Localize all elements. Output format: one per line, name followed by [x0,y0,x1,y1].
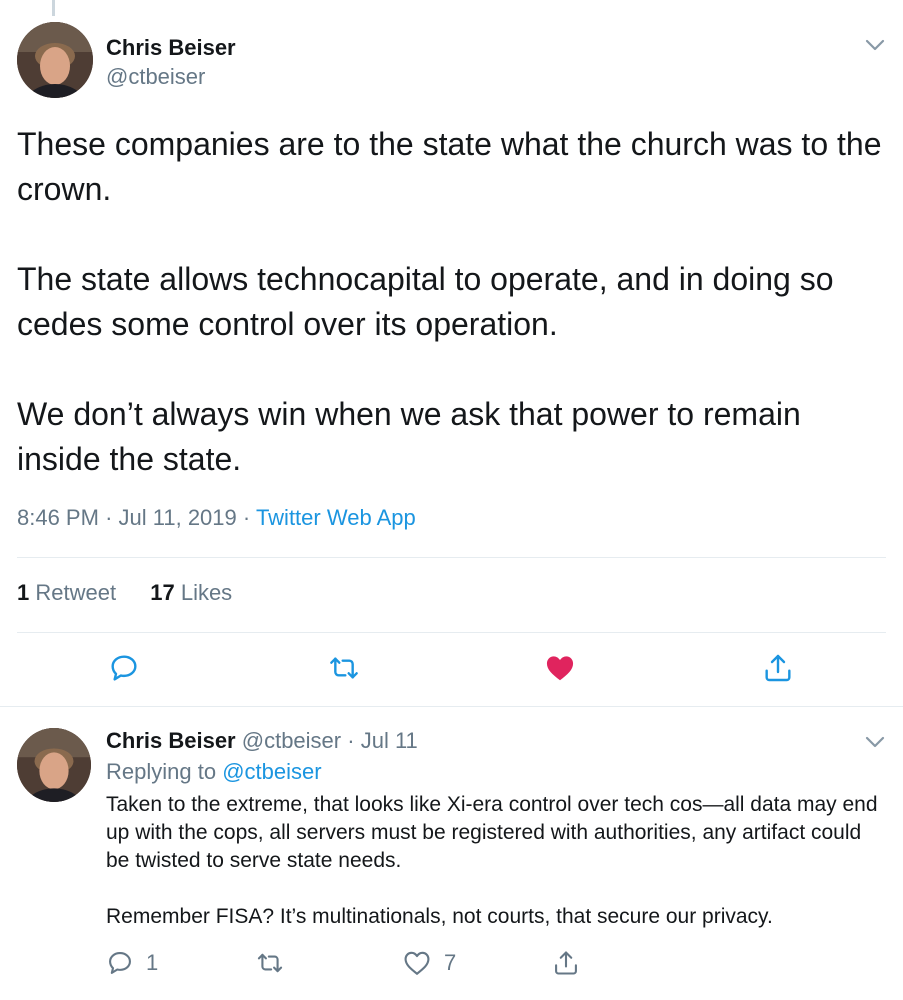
replying-to: Replying to @ctbeiser [106,759,322,785]
tweet-paragraph: Remember FISA? It’s multinationals, not … [106,905,773,928]
reply-icon[interactable] [106,949,134,977]
tweet-paragraph: Taken to the extreme, that looks like Xi… [106,793,878,872]
reply-count: 1 [146,950,159,975]
tweet-date[interactable]: Jul 11 [361,728,418,753]
author-handle[interactable]: @ctbeiser [106,64,205,90]
retweets-stat[interactable]: 1 Retweet [17,580,116,606]
meta-separator: · [242,505,251,530]
retweet-icon[interactable] [256,949,284,977]
chevron-down-icon[interactable] [864,735,886,749]
tweet-paragraph: These companies are to the state what th… [17,126,882,207]
meta-separator: · [105,505,113,530]
heart-filled-icon[interactable] [544,652,576,684]
tweet-time[interactable]: 8:46 PM [17,505,99,530]
reply-header: Chris Beiser @ctbeiser · Jul 11 [106,728,418,754]
tweet-paragraph: The state allows technocapital to operat… [17,261,834,342]
author-name[interactable]: Chris Beiser [106,728,236,753]
replying-to-label: Replying to [106,759,217,784]
replying-to-mention[interactable]: @ctbeiser [222,759,321,784]
like-count: 7 [444,950,457,975]
chevron-down-icon[interactable] [864,38,886,52]
main-tweet: Chris Beiser @ctbeiser These companies a… [0,0,903,706]
tweet-paragraph: We don’t always win when we ask that pow… [17,396,801,477]
author-name[interactable]: Chris Beiser [106,35,236,61]
likes-stat[interactable]: 17 Likes [150,580,232,606]
likes-count: 17 [150,580,175,605]
tweet-date[interactable]: Jul 11, 2019 [119,505,237,530]
share-icon[interactable] [552,949,580,977]
retweets-count: 1 [17,580,30,605]
heart-outline-icon[interactable] [403,949,431,977]
retweets-label: Retweet [35,580,117,605]
reply-icon[interactable] [108,652,140,684]
tweet-meta: 8:46 PM · Jul 11, 2019 · Twitter Web App [17,505,416,531]
meta-separator: · [347,728,355,753]
divider [17,557,886,558]
retweet-icon[interactable] [328,652,360,684]
tweet-text: Taken to the extreme, that looks like Xi… [106,791,886,931]
tweet-text: These companies are to the state what th… [17,122,887,482]
source-app-link[interactable]: Twitter Web App [256,505,416,530]
likes-label: Likes [180,580,233,605]
divider [17,632,886,633]
tweet-separator [0,706,903,707]
share-icon[interactable] [762,652,794,684]
author-handle[interactable]: @ctbeiser [242,728,341,753]
avatar[interactable] [17,22,93,98]
tweet-stats: 1 Retweet 17 Likes [17,580,232,606]
avatar[interactable] [17,728,91,802]
